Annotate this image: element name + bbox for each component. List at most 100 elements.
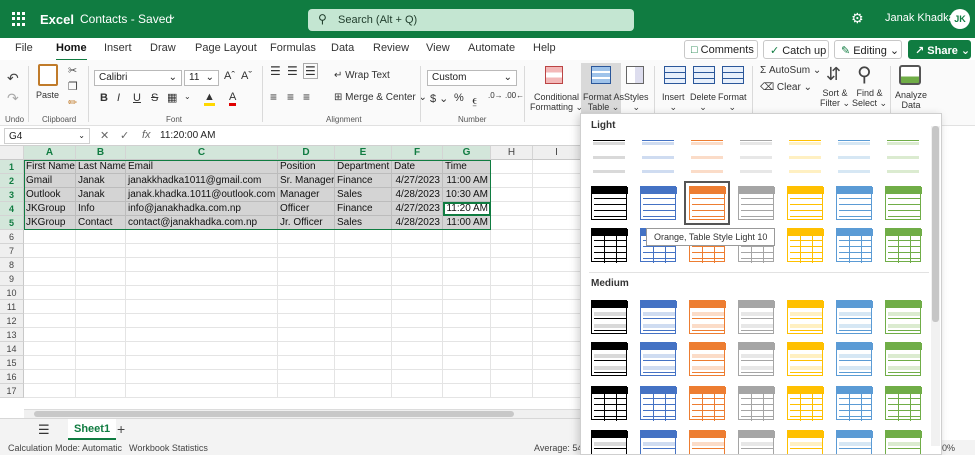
grid-cell[interactable]	[392, 244, 443, 258]
confirm-icon[interactable]: ✓	[120, 129, 129, 142]
tab-help[interactable]: Help	[533, 42, 556, 54]
table-style-option[interactable]	[591, 342, 628, 376]
table-style-option[interactable]	[787, 342, 824, 376]
table-style-option[interactable]	[885, 138, 921, 173]
grid-cell[interactable]: Officer	[278, 202, 335, 216]
grid-cell[interactable]	[491, 216, 533, 230]
grid-cell[interactable]	[443, 328, 491, 342]
grid-cell[interactable]	[76, 258, 126, 272]
grid-cell[interactable]	[126, 244, 278, 258]
grid-cell[interactable]	[335, 370, 392, 384]
table-style-option[interactable]	[738, 300, 775, 334]
column-header[interactable]: D	[278, 146, 335, 160]
table-style-option[interactable]	[591, 138, 627, 173]
grid-cell[interactable]	[491, 174, 533, 188]
table-style-option[interactable]	[836, 186, 873, 220]
table-style-option[interactable]	[885, 386, 922, 421]
tab-review[interactable]: Review	[373, 42, 409, 54]
grid-cell[interactable]	[278, 314, 335, 328]
grid-cell[interactable]: Finance	[335, 202, 392, 216]
grid-cell[interactable]: Last Name	[76, 160, 126, 174]
grid-cell[interactable]: Gmail	[24, 174, 76, 188]
row-header[interactable]: 2	[0, 174, 24, 188]
table-style-option[interactable]	[591, 300, 628, 334]
grid-cell[interactable]	[335, 244, 392, 258]
scroll-thumb[interactable]	[932, 126, 939, 322]
chevron-down-icon[interactable]: ⌄	[184, 92, 191, 101]
column-header[interactable]: E	[335, 146, 392, 160]
grid-cell[interactable]	[443, 244, 491, 258]
grid-cell[interactable]	[24, 300, 76, 314]
grid-cell[interactable]	[491, 356, 533, 370]
grid-cell[interactable]	[76, 272, 126, 286]
grid-cell[interactable]	[443, 314, 491, 328]
grid-cell[interactable]	[126, 370, 278, 384]
align-bottom-icon[interactable]: ☰	[303, 63, 318, 79]
grid-cell[interactable]	[533, 202, 580, 216]
font-name-select[interactable]: Calibri ⌄	[94, 70, 182, 86]
undo-icon[interactable]: ↶	[7, 70, 19, 87]
table-style-option[interactable]	[591, 228, 628, 263]
grid-cell[interactable]	[392, 356, 443, 370]
grid-cell[interactable]: Position	[278, 160, 335, 174]
grid-cell[interactable]: Info	[76, 202, 126, 216]
font-color-icon[interactable]: A	[229, 91, 237, 106]
grid-cell[interactable]	[491, 244, 533, 258]
app-launcher-icon[interactable]	[12, 12, 26, 26]
grid-cell[interactable]	[335, 258, 392, 272]
table-style-option[interactable]	[787, 186, 824, 220]
horizontal-scrollbar[interactable]	[24, 409, 580, 418]
cancel-icon[interactable]: ✕	[100, 129, 109, 142]
grid-cell[interactable]	[24, 244, 76, 258]
grid-cell[interactable]: info@janakhadka.com.np	[126, 202, 278, 216]
grid-cell[interactable]	[491, 230, 533, 244]
grid-cell[interactable]: JKGroup	[24, 202, 76, 216]
grid-cell[interactable]: 11:20 AM	[443, 202, 491, 216]
increase-decimal-icon[interactable]: .0→	[488, 91, 503, 100]
grid-cell[interactable]	[533, 244, 580, 258]
format-cells-button[interactable]: Format ⌄	[718, 92, 747, 112]
tab-page-layout[interactable]: Page Layout	[195, 42, 257, 54]
grid-cell[interactable]	[533, 174, 580, 188]
grid-cell[interactable]	[335, 342, 392, 356]
settings-gear-icon[interactable]: ⚙	[851, 10, 864, 27]
grid-cell[interactable]	[24, 314, 76, 328]
row-header[interactable]: 14	[0, 342, 24, 356]
grid-cell[interactable]	[76, 314, 126, 328]
grid-cell[interactable]	[443, 272, 491, 286]
grid-cell[interactable]	[335, 384, 392, 398]
grid-cell[interactable]	[491, 258, 533, 272]
grid-cell[interactable]	[24, 328, 76, 342]
grid-cell[interactable]	[24, 342, 76, 356]
spreadsheet-grid[interactable]: A B C D E F G H I 1 First Name Last Name Email Positi…	[0, 146, 580, 418]
grid-cell[interactable]	[24, 258, 76, 272]
bold-button[interactable]: B	[100, 92, 108, 104]
table-style-option[interactable]	[787, 430, 824, 454]
table-style-option[interactable]	[738, 386, 775, 421]
grid-cell[interactable]: First Name	[24, 160, 76, 174]
decrease-decimal-icon[interactable]: .00←	[505, 91, 524, 100]
table-style-option[interactable]	[885, 430, 922, 454]
grid-cell[interactable]	[491, 300, 533, 314]
grid-cell[interactable]	[491, 188, 533, 202]
table-style-option[interactable]	[738, 138, 774, 173]
redo-icon[interactable]: ↷	[7, 90, 19, 107]
grid-cell[interactable]	[392, 314, 443, 328]
grid-cell[interactable]	[392, 258, 443, 272]
grid-cell[interactable]	[392, 342, 443, 356]
grid-cell[interactable]	[278, 272, 335, 286]
grid-cell[interactable]: janakkhadka1011@gmail.com	[126, 174, 278, 188]
table-style-option[interactable]	[591, 386, 628, 421]
row-header[interactable]: 13	[0, 328, 24, 342]
decrease-font-icon[interactable]: Aˇ	[241, 70, 252, 82]
align-top-icon[interactable]: ☰	[270, 64, 281, 78]
fill-color-icon[interactable]: ▲	[204, 91, 215, 106]
grid-cell[interactable]	[335, 314, 392, 328]
copy-icon[interactable]: ❐	[68, 80, 78, 93]
styles-button[interactable]: Styles ⌄	[624, 92, 649, 112]
table-style-option[interactable]	[885, 186, 922, 220]
grid-cell[interactable]: 11:00 AM	[443, 174, 491, 188]
grid-cell[interactable]: 10:30 AM	[443, 188, 491, 202]
grid-cell[interactable]	[278, 300, 335, 314]
grid-cell[interactable]	[76, 244, 126, 258]
